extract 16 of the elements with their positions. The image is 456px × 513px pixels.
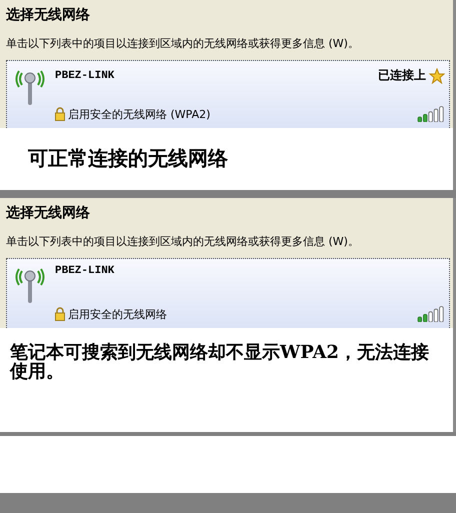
lock-icon: [55, 307, 65, 321]
instruction-text: 单击以下列表中的项目以连接到区域内的无线网络或获得更多信息 (W)。: [6, 234, 360, 250]
signal-bars-icon: [417, 306, 445, 322]
network-list-item[interactable]: PBEZ-LINK 已连接上 启用安全的无线网络 (WPA2): [6, 60, 450, 128]
instruction-text: 单击以下列表中的项目以连接到区域内的无线网络或获得更多信息 (W)。: [6, 36, 360, 52]
connection-status: 已连接上: [378, 67, 426, 84]
security-text: 启用安全的无线网络 (WPA2): [68, 106, 210, 122]
dialog-heading: 选择无线网络: [6, 6, 91, 25]
signal-bars-icon: [417, 106, 445, 122]
lock-icon: [55, 107, 65, 121]
security-text: 启用安全的无线网络: [68, 306, 167, 322]
star-icon: [429, 68, 445, 84]
network-name: PBEZ-LINK: [55, 70, 114, 82]
network-list-item[interactable]: PBEZ-LINK 启用安全的无线网络: [6, 258, 450, 328]
dialog-heading: 选择无线网络: [6, 204, 91, 223]
network-name: PBEZ-LINK: [55, 265, 114, 277]
